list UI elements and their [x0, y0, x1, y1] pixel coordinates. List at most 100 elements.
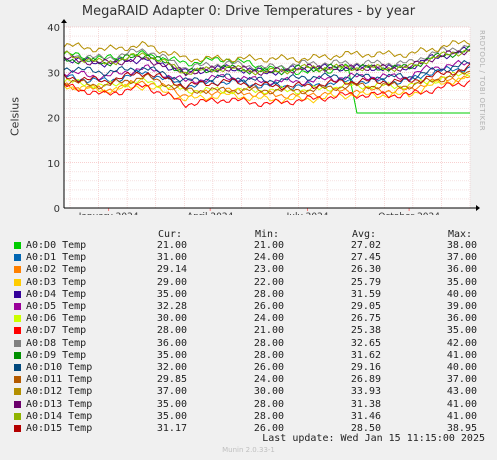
- legend-swatch: [14, 266, 21, 274]
- legend-value-max: 38.00: [446, 240, 477, 251]
- legend-value-cur: 31.00: [156, 252, 187, 264]
- legend-series-name: A0:D3 Temp: [26, 276, 87, 288]
- munin-version: Munin 2.0.33-1: [222, 446, 275, 454]
- legend-swatch: [14, 315, 21, 323]
- legend-value-max: 37.00: [446, 374, 477, 386]
- legend-value-min: 24.00: [253, 374, 284, 386]
- legend-value-min: 24.00: [253, 252, 284, 264]
- legend-series-name: A0:D9 Temp: [26, 349, 87, 361]
- y-tick-label: 30: [47, 68, 60, 79]
- legend-swatch: [14, 278, 21, 286]
- legend-row: A0:D6 Temp 30.00 24.00 26.75 36.00: [0, 313, 497, 324]
- x-tick-label: October 2024: [378, 212, 440, 215]
- legend-value-min: 24.00: [253, 313, 284, 325]
- legend-row: A0:D11 Temp 29.85 24.00 26.89 37.00: [0, 374, 497, 385]
- legend-value-max: 42.00: [446, 337, 477, 349]
- legend-series-name: A0:D2 Temp: [26, 264, 87, 276]
- legend-value-max: 43.00: [446, 386, 477, 398]
- legend-value-cur: 29.00: [156, 276, 187, 288]
- legend-value-cur: 35.00: [156, 398, 187, 410]
- legend-value-avg: 26.30: [350, 264, 381, 276]
- legend-value-max: 41.00: [446, 349, 477, 361]
- y-tick-label: 0: [54, 204, 60, 215]
- legend-swatch: [14, 327, 21, 335]
- legend-swatch: [14, 412, 21, 420]
- legend-value-min: 22.00: [253, 276, 284, 288]
- legend-row: A0:D10 Temp 32.00 26.00 29.16 40.00: [0, 362, 497, 373]
- legend-series-name: A0:D1 Temp: [26, 252, 87, 264]
- legend-series-name: A0:D4 Temp: [26, 288, 87, 300]
- legend-value-avg: 27.02: [350, 240, 381, 251]
- legend-value-avg: 31.46: [350, 410, 381, 422]
- legend-swatch: [14, 376, 21, 384]
- legend-value-avg: 29.05: [350, 301, 381, 312]
- legend-swatch: [14, 400, 21, 408]
- x-axis-arrow: [476, 205, 480, 211]
- legend-row: A0:D2 Temp 29.14 23.00 26.30 36.00: [0, 264, 497, 275]
- legend-value-max: 35.00: [446, 276, 477, 288]
- legend-row: A0:D0 Temp 21.00 21.00 27.02 38.00: [0, 240, 497, 251]
- legend-value-max: 41.00: [446, 398, 477, 410]
- legend-swatch: [14, 303, 21, 310]
- chart-plot: 0 10 20 30 40 January 2024 April 2024 July 2024…: [47, 19, 480, 215]
- legend-value-min: 28.00: [253, 337, 284, 349]
- legend-series-name: A0:D12 Temp: [26, 386, 93, 398]
- legend-value-min: 23.00: [253, 264, 284, 276]
- legend-row: A0:D7 Temp 28.00 21.00 25.38 35.00: [0, 325, 497, 336]
- legend-value-min: 21.00: [253, 325, 284, 337]
- legend-row: A0:D1 Temp 31.00 24.00 27.45 37.00: [0, 252, 497, 263]
- legend-series-name: A0:D6 Temp: [26, 313, 87, 325]
- legend-series-name: A0:D8 Temp: [26, 337, 87, 349]
- x-tick-label: July 2024: [286, 212, 329, 215]
- legend-series-name: A0:D7 Temp: [26, 325, 87, 337]
- legend-series-name: A0:D5 Temp: [26, 301, 87, 312]
- legend-swatch: [14, 388, 21, 396]
- legend-value-avg: 26.75: [350, 313, 381, 325]
- legend-row: A0:D8 Temp 36.00 28.00 32.65 42.00: [0, 338, 497, 349]
- legend-row: A0:D12 Temp 37.00 30.00 33.93 43.00: [0, 386, 497, 397]
- legend-value-min: 28.00: [253, 398, 284, 410]
- legend-value-max: 39.00: [446, 301, 477, 312]
- legend-value-cur: 37.00: [156, 386, 187, 398]
- x-tick-label: April 2024: [187, 212, 234, 215]
- legend-value-cur: 35.00: [156, 349, 187, 361]
- legend-value-max: 41.00: [446, 410, 477, 422]
- legend-series-name: A0:D10 Temp: [26, 362, 93, 373]
- legend-value-max: 40.00: [446, 288, 477, 300]
- legend-value-cur: 32.00: [156, 362, 187, 373]
- legend-header-avg: Avg:: [352, 229, 377, 240]
- legend-swatch: [14, 242, 21, 249]
- legend-value-avg: 31.59: [350, 288, 381, 300]
- legend-swatch: [14, 339, 21, 347]
- legend-header-max: Max:: [448, 229, 473, 240]
- legend-row: A0:D4 Temp 35.00 28.00 31.59 40.00: [0, 289, 497, 300]
- legend-swatch: [14, 351, 21, 359]
- legend-value-cur: 21.00: [156, 240, 187, 251]
- legend-header-min: Min:: [255, 229, 280, 240]
- legend-value-avg: 25.38: [350, 325, 381, 337]
- legend-value-avg: 31.38: [350, 398, 381, 410]
- legend-swatch: [14, 364, 21, 371]
- legend-value-cur: 32.28: [156, 301, 187, 312]
- last-update: Last update: Wed Jan 15 11:15:00 2025: [262, 433, 485, 444]
- legend-value-avg: 31.62: [350, 349, 381, 361]
- legend-series-name: A0:D0 Temp: [26, 240, 87, 251]
- legend-value-cur: 28.00: [156, 325, 187, 337]
- y-tick-label: 10: [47, 159, 60, 170]
- legend-value-max: 35.00: [446, 325, 477, 337]
- legend-value-cur: 35.00: [156, 410, 187, 422]
- legend-value-avg: 33.93: [350, 386, 381, 398]
- legend-value-cur: 35.00: [156, 288, 187, 300]
- legend-value-min: 26.00: [253, 301, 284, 312]
- legend-value-min: 30.00: [253, 386, 284, 398]
- legend-row: A0:D5 Temp 32.28 26.00 29.05 39.00: [0, 301, 497, 312]
- legend-row: A0:D14 Temp 35.00 28.00 31.46 41.00: [0, 411, 497, 422]
- legend-series-name: A0:D13 Temp: [26, 398, 93, 410]
- legend-value-avg: 29.16: [350, 362, 381, 373]
- legend-value-avg: 32.65: [350, 337, 381, 349]
- legend-value-min: 28.00: [253, 349, 284, 361]
- legend-row: A0:D13 Temp 35.00 28.00 31.38 41.00: [0, 399, 497, 410]
- legend-value-max: 40.00: [446, 362, 477, 373]
- legend-value-cur: 31.17: [156, 423, 187, 434]
- y-axis-arrow: [61, 19, 67, 23]
